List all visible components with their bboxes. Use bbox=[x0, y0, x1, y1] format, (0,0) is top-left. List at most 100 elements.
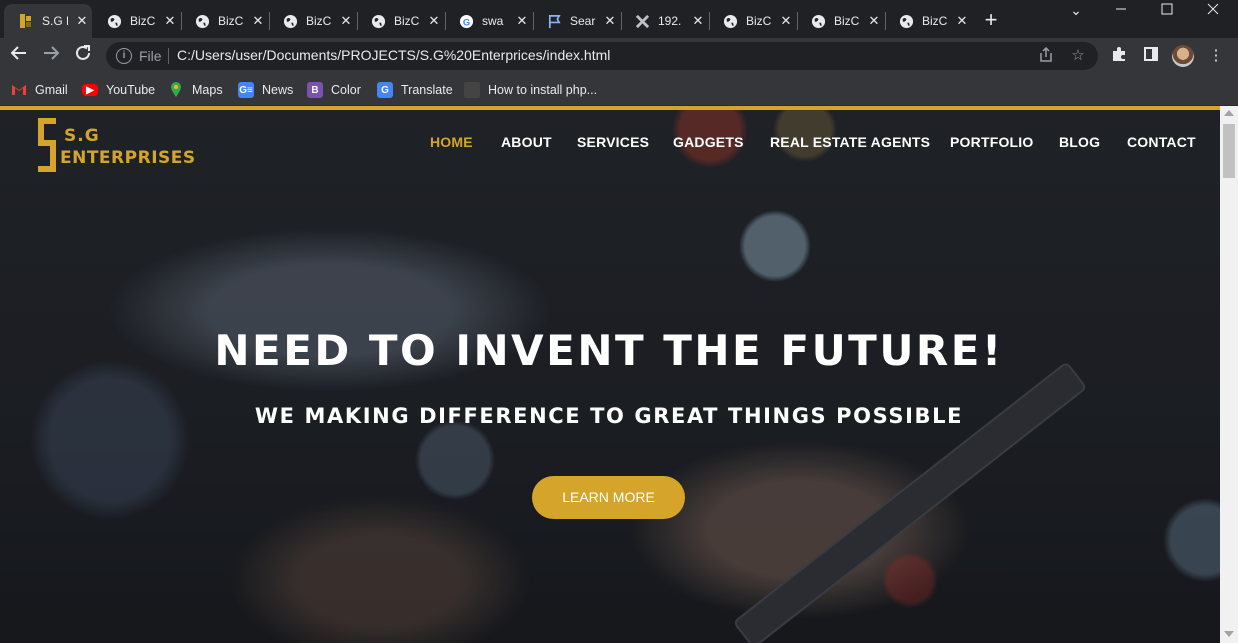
scroll-down-arrow-icon[interactable] bbox=[1224, 631, 1234, 637]
learn-more-button[interactable]: LEARN MORE bbox=[532, 476, 685, 519]
tab-close-icon[interactable]: ✕ bbox=[426, 13, 442, 29]
tab-search[interactable]: Sear ✕ bbox=[532, 4, 620, 38]
tab-bizc[interactable]: BizC ✕ bbox=[884, 4, 972, 38]
tab-close-icon[interactable]: ✕ bbox=[514, 13, 530, 29]
menu-kebab-icon[interactable]: ⋮ bbox=[1206, 46, 1226, 66]
back-button[interactable] bbox=[7, 44, 31, 68]
video-thumbnail-icon bbox=[464, 82, 480, 98]
bookmark-news[interactable]: G≡ News bbox=[238, 80, 293, 100]
tab-xampp[interactable]: 192. ✕ bbox=[620, 4, 708, 38]
nav-about[interactable]: ABOUT bbox=[501, 134, 552, 150]
flag-icon bbox=[546, 13, 562, 29]
globe-icon bbox=[194, 13, 210, 29]
tab-bizc[interactable]: BizC ✕ bbox=[708, 4, 796, 38]
tab-title: BizC bbox=[834, 14, 860, 28]
bookmark-label: How to install php... bbox=[488, 83, 598, 97]
translate-icon: G bbox=[377, 82, 393, 98]
url-text[interactable]: C:/Users/user/Documents/PROJECTS/S.G%20E… bbox=[177, 47, 610, 63]
main-navigation: HOME ABOUT SERVICES GADGETS REAL ESTATE … bbox=[0, 134, 1220, 158]
back-arrow-icon bbox=[10, 46, 26, 60]
scroll-up-arrow-icon[interactable] bbox=[1224, 110, 1234, 116]
tab-search-chevron-icon[interactable]: ⌄ bbox=[1053, 0, 1099, 20]
tab-title: swa bbox=[482, 14, 504, 28]
maximize-button[interactable] bbox=[1144, 0, 1190, 20]
svg-text:G: G bbox=[462, 17, 469, 27]
tab-google-search[interactable]: G swa ✕ bbox=[444, 4, 532, 38]
minimize-button[interactable] bbox=[1098, 0, 1144, 20]
tab-close-icon[interactable]: ✕ bbox=[162, 13, 178, 29]
new-tab-button[interactable]: + bbox=[980, 9, 1002, 31]
tab-bizc[interactable]: BizC ✕ bbox=[796, 4, 884, 38]
nav-gadgets[interactable]: GADGETS bbox=[673, 134, 744, 150]
nav-real-estate-agents[interactable]: REAL ESTATE AGENTS bbox=[770, 134, 930, 150]
nav-contact[interactable]: CONTACT bbox=[1127, 134, 1196, 150]
bookmark-php-video[interactable]: How to install php... bbox=[464, 80, 597, 100]
globe-icon bbox=[106, 13, 122, 29]
tab-close-icon[interactable]: ✕ bbox=[338, 13, 354, 29]
close-window-button[interactable] bbox=[1190, 0, 1236, 20]
info-icon[interactable]: i bbox=[116, 48, 132, 64]
sg-logo-icon bbox=[18, 13, 34, 29]
nav-services[interactable]: SERVICES bbox=[577, 134, 649, 150]
tab-close-icon[interactable]: ✕ bbox=[866, 13, 882, 29]
forward-button[interactable] bbox=[39, 44, 63, 68]
tab-strip: S.G E ✕ BizC ✕ BizC ✕ BizC ✕ BizC ✕ G bbox=[0, 0, 1238, 38]
tab-bizc[interactable]: BizC ✕ bbox=[180, 4, 268, 38]
tab-title: 192. bbox=[658, 14, 682, 28]
bootstrap-icon: B bbox=[307, 82, 323, 98]
url-scheme-label: File bbox=[139, 48, 162, 64]
bookmarks-bar: Gmail ▶ YouTube Maps G≡ News B Color G T… bbox=[0, 74, 1238, 106]
nav-portfolio[interactable]: PORTFOLIO bbox=[950, 134, 1033, 150]
bookmark-label: Color bbox=[331, 83, 361, 97]
bookmark-label: YouTube bbox=[106, 83, 156, 97]
nav-blog[interactable]: BLOG bbox=[1059, 134, 1100, 150]
google-icon: G bbox=[458, 13, 474, 29]
browser-toolbar: i File C:/Users/user/Documents/PROJECTS/… bbox=[0, 38, 1238, 74]
bookmark-label: News bbox=[262, 83, 294, 97]
hero-subtitle: WE MAKING DIFFERENCE TO GREAT THINGS POS… bbox=[254, 404, 964, 428]
reload-button[interactable] bbox=[71, 44, 95, 68]
bookmark-star-icon[interactable]: ☆ bbox=[1069, 47, 1087, 65]
news-icon: G≡ bbox=[238, 82, 254, 98]
tab-bizc[interactable]: BizC ✕ bbox=[268, 4, 356, 38]
globe-icon bbox=[898, 13, 914, 29]
tab-title: BizC bbox=[306, 14, 332, 28]
scrollbar-thumb[interactable] bbox=[1223, 124, 1235, 178]
share-icon[interactable] bbox=[1037, 46, 1055, 65]
tab-title: S.G E bbox=[42, 14, 68, 28]
tab-bizc[interactable]: BizC ✕ bbox=[92, 4, 180, 38]
tab-close-icon[interactable]: ✕ bbox=[954, 13, 970, 29]
bookmark-translate[interactable]: G Translate bbox=[377, 80, 453, 100]
tab-title: BizC bbox=[394, 14, 420, 28]
tab-close-icon[interactable]: ✕ bbox=[778, 13, 794, 29]
minimize-icon bbox=[1116, 8, 1126, 10]
forward-arrow-icon bbox=[44, 46, 60, 60]
tab-close-icon[interactable]: ✕ bbox=[602, 13, 618, 29]
bookmark-youtube[interactable]: ▶ YouTube bbox=[82, 80, 155, 100]
tab-title: BizC bbox=[130, 14, 156, 28]
close-icon bbox=[1207, 3, 1219, 15]
bookmark-gmail[interactable]: Gmail bbox=[11, 80, 68, 100]
tab-close-icon[interactable]: ✕ bbox=[690, 13, 706, 29]
globe-icon bbox=[810, 13, 826, 29]
gmail-icon bbox=[11, 82, 27, 98]
tab-title: BizC bbox=[922, 14, 948, 28]
bookmark-color[interactable]: B Color bbox=[307, 80, 361, 100]
profile-avatar[interactable] bbox=[1172, 45, 1194, 67]
address-bar[interactable]: i File C:/Users/user/Documents/PROJECTS/… bbox=[106, 42, 1098, 70]
side-panel-icon[interactable] bbox=[1141, 46, 1161, 66]
bookmark-label: Maps bbox=[192, 83, 223, 97]
tab-sg-enterprises[interactable]: S.G E ✕ bbox=[4, 4, 92, 38]
tab-close-icon[interactable]: ✕ bbox=[74, 13, 90, 29]
extensions-puzzle-icon[interactable] bbox=[1109, 46, 1129, 66]
maximize-icon bbox=[1161, 3, 1173, 15]
youtube-icon: ▶ bbox=[82, 84, 98, 96]
page-scrollbar[interactable] bbox=[1220, 106, 1238, 643]
nav-home[interactable]: HOME bbox=[430, 134, 473, 150]
globe-icon bbox=[370, 13, 386, 29]
bookmark-maps[interactable]: Maps bbox=[168, 80, 223, 100]
tab-bizc[interactable]: BizC ✕ bbox=[356, 4, 444, 38]
globe-icon bbox=[282, 13, 298, 29]
tab-close-icon[interactable]: ✕ bbox=[250, 13, 266, 29]
maps-icon bbox=[168, 82, 184, 98]
